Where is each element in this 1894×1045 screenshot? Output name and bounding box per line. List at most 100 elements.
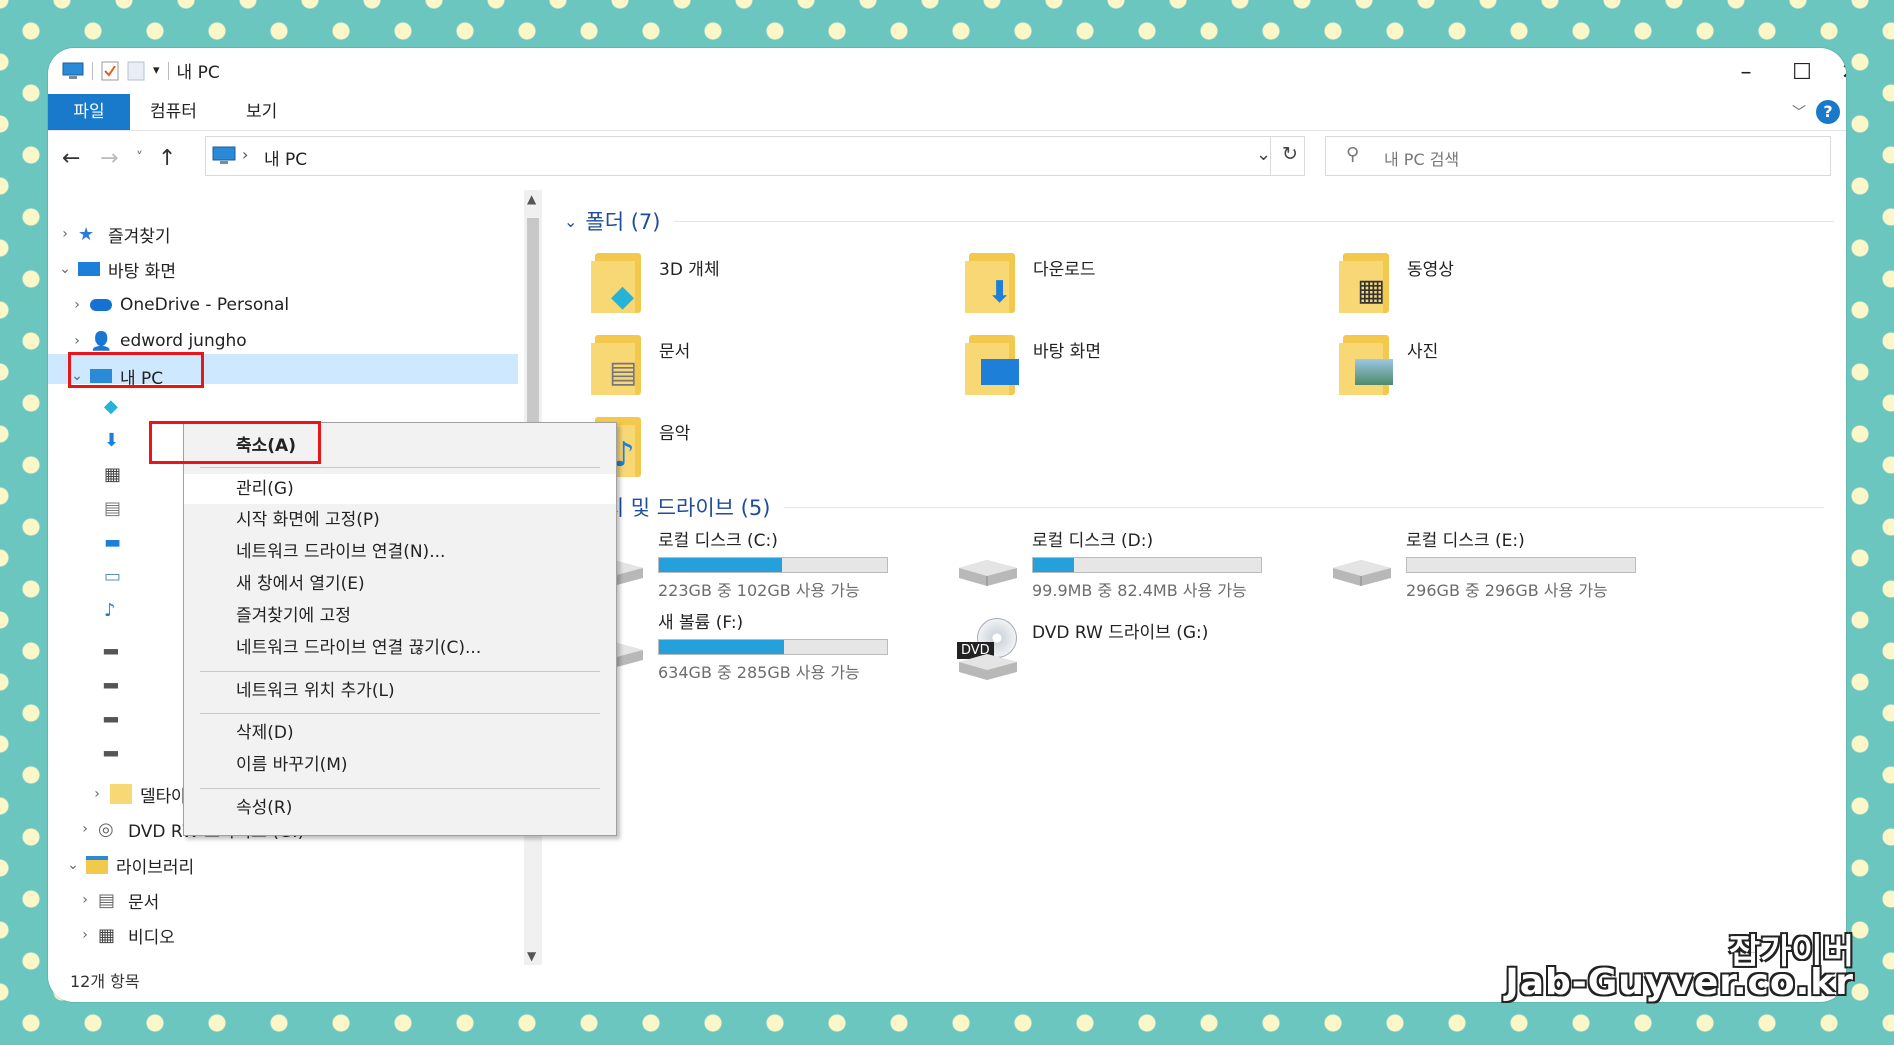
- video-icon[interactable]: ▦: [104, 464, 121, 485]
- search-input[interactable]: ⚲ 내 PC 검색: [1325, 136, 1831, 176]
- tree-item-onedrive[interactable]: › OneDrive - Personal: [68, 290, 289, 320]
- expand-chevron-icon[interactable]: ›: [68, 297, 86, 313]
- folder-icon: [110, 784, 132, 804]
- watermark-url: Jab-Guyver.co.kr: [1505, 962, 1854, 1003]
- highlight-box-manage: [149, 421, 321, 464]
- menu-item-open-new-window[interactable]: 새 창에서 열기(E): [184, 569, 616, 599]
- expand-chevron-icon[interactable]: ›: [56, 226, 74, 242]
- section-chevron-icon[interactable]: ⌄: [564, 212, 577, 231]
- new-folder-icon[interactable]: [127, 61, 145, 81]
- menu-item-properties[interactable]: 속성(R): [184, 793, 616, 823]
- minimize-button[interactable]: –: [1718, 52, 1774, 92]
- back-arrow-icon[interactable]: ←: [62, 146, 80, 171]
- menu-item-pin-to-start[interactable]: 시작 화면에 고정(P): [184, 505, 616, 535]
- film-icon: ▦: [1357, 273, 1386, 308]
- drive-name: DVD RW 드라이브 (G:): [1032, 623, 1209, 643]
- menu-item-map-network-drive[interactable]: 네트워크 드라이브 연결(N)...: [184, 537, 616, 567]
- up-arrow-icon[interactable]: ↑: [158, 146, 176, 171]
- pictures-icon: [1355, 359, 1393, 385]
- properties-icon[interactable]: [101, 61, 119, 81]
- scroll-down-icon[interactable]: ▼: [527, 949, 536, 963]
- drive-free-space: 99.9MB 중 82.4MB 사용 가능: [1032, 581, 1247, 600]
- expand-chevron-icon[interactable]: ›: [88, 786, 106, 802]
- collapse-chevron-icon[interactable]: ⌄: [56, 261, 74, 277]
- drive-e-icon[interactable]: ▂: [104, 702, 121, 723]
- tree-item-desktop[interactable]: ⌄ 바탕 화면: [56, 254, 176, 284]
- breadcrumb-chevron-icon[interactable]: ›: [242, 145, 248, 164]
- folder-videos[interactable]: ▦ 동영상: [1339, 253, 1454, 313]
- drive-usage-bar: [658, 639, 888, 655]
- drive-f-icon[interactable]: ▂: [104, 736, 121, 757]
- title-bar: ▾ 내 PC – ☐ ✕: [48, 48, 1846, 94]
- highlight-box-this-pc: [68, 352, 204, 388]
- scroll-up-icon[interactable]: ▲: [527, 192, 536, 206]
- tree-item-videos[interactable]: › ▦ 비디오: [76, 920, 175, 950]
- video-icon: ▦: [98, 925, 116, 946]
- desktop-icon: [78, 262, 100, 276]
- desktop-icon[interactable]: ▬: [104, 532, 121, 553]
- tree-item-favorites[interactable]: › ★ 즐겨찾기: [56, 219, 170, 249]
- folder-desktop[interactable]: 바탕 화면: [965, 335, 1101, 395]
- context-menu: 축소(A) 관리(G) 시작 화면에 고정(P) 네트워크 드라이브 연결(N)…: [183, 422, 617, 836]
- drive-free-space: 223GB 중 102GB 사용 가능: [658, 581, 860, 600]
- dvd-drive-icon: ◎: [98, 819, 114, 840]
- cube-3d-icon[interactable]: ◆: [104, 396, 121, 417]
- tree-item-documents[interactable]: › ▤ 문서: [76, 885, 159, 915]
- drive-d-icon[interactable]: ▂: [104, 668, 121, 689]
- download-icon[interactable]: ⬇: [104, 430, 121, 451]
- forward-arrow-icon[interactable]: →: [100, 146, 118, 171]
- drive-name: 로컬 디스크 (C:): [658, 531, 778, 551]
- document-icon[interactable]: ▤: [104, 498, 121, 519]
- menu-item-pin-to-quick-access[interactable]: 즐겨찾기에 고정: [184, 601, 616, 631]
- menu-item-delete[interactable]: 삭제(D): [184, 718, 616, 748]
- dvd-drive-icon: DVD: [957, 618, 1019, 680]
- drive-usage-bar: [658, 557, 888, 573]
- refresh-icon[interactable]: ↻: [1282, 143, 1298, 165]
- pc-icon: [212, 146, 236, 164]
- folder-3d-objects[interactable]: ◆ 3D 개체: [591, 253, 720, 314]
- tab-view[interactable]: 보기: [226, 94, 297, 130]
- hard-drive-icon: [1331, 556, 1393, 586]
- pictures-icon[interactable]: ▭: [104, 566, 121, 587]
- expand-chevron-icon[interactable]: ›: [76, 927, 94, 943]
- drive-usage-bar: [1406, 557, 1636, 573]
- user-icon: 👤: [90, 331, 113, 352]
- folder-pictures[interactable]: 사진: [1339, 335, 1438, 395]
- expand-chevron-icon[interactable]: ›: [68, 333, 86, 349]
- download-icon: ⬇: [987, 275, 1013, 310]
- expand-chevron-icon[interactable]: ›: [76, 821, 94, 837]
- close-button[interactable]: ✕: [1830, 52, 1846, 92]
- menu-separator: [200, 713, 600, 714]
- folder-downloads[interactable]: ⬇ 다운로드: [965, 253, 1096, 313]
- expand-chevron-icon[interactable]: ›: [76, 892, 94, 908]
- menu-item-disconnect-network-drive[interactable]: 네트워크 드라이브 연결 끊기(C)...: [184, 633, 616, 663]
- maximize-button[interactable]: ☐: [1774, 52, 1830, 92]
- help-icon[interactable]: ?: [1816, 100, 1840, 124]
- breadcrumb[interactable]: 내 PC: [264, 145, 307, 170]
- tab-file[interactable]: 파일: [48, 94, 130, 130]
- customize-toolbar-icon[interactable]: ▾: [153, 63, 160, 78]
- ribbon-expand-icon[interactable]: ﹀: [1792, 102, 1806, 122]
- search-icon: ⚲: [1346, 144, 1360, 165]
- tree-item-libraries[interactable]: ⌄ 라이브러리: [64, 850, 194, 880]
- drive-c-icon[interactable]: ▂: [104, 634, 121, 655]
- music-icon[interactable]: ♪: [104, 600, 121, 621]
- address-bar[interactable]: › 내 PC ⌄ ↻: [205, 136, 1305, 176]
- collapse-chevron-icon[interactable]: ⌄: [64, 857, 82, 873]
- recent-locations-icon[interactable]: ˅: [136, 150, 143, 166]
- cube-3d-icon: ◆: [611, 279, 635, 314]
- quick-access-toolbar: ▾ 내 PC: [62, 58, 220, 83]
- tab-computer[interactable]: 컴퓨터: [130, 94, 217, 130]
- menu-item-add-network-location[interactable]: 네트워크 위치 추가(L): [184, 676, 616, 706]
- menu-item-rename[interactable]: 이름 바꾸기(M): [184, 750, 616, 780]
- drive-usage-bar: [1032, 557, 1262, 573]
- folders-section-header[interactable]: ⌄ 폴더 (7): [564, 206, 1835, 236]
- folder-documents[interactable]: ▤ 문서: [591, 335, 690, 395]
- drive-usage-fill: [659, 558, 783, 572]
- desktop-icon: [981, 359, 1019, 385]
- hard-drive-icon: [957, 556, 1019, 586]
- menu-item-manage[interactable]: 관리(G): [184, 474, 616, 504]
- status-item-count: 12개 항목: [70, 972, 140, 991]
- drives-section-header[interactable]: ⌄ 장치 및 드라이브 (5): [564, 492, 1825, 522]
- address-dropdown-icon[interactable]: ⌄: [1256, 144, 1271, 165]
